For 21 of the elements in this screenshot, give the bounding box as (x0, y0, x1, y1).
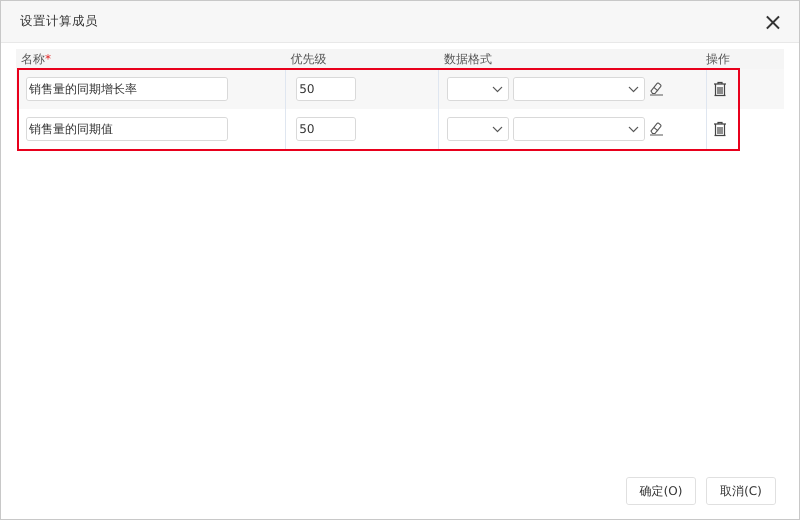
required-mark: * (45, 52, 51, 66)
close-button[interactable]: × (758, 10, 787, 34)
column-header: 数据格式 (444, 52, 492, 66)
cancel-button[interactable]: 取消(C) (706, 477, 776, 505)
trash-icon[interactable] (713, 121, 728, 137)
column-header: 名称 (21, 52, 45, 66)
name-field[interactable]: 销售量的同期值 (26, 117, 228, 141)
eraser-icon[interactable] (648, 82, 664, 96)
caret-icon (628, 86, 639, 92)
priority-field[interactable]: 50 (296, 77, 356, 101)
name-field[interactable]: 销售量的同期增长率 (26, 77, 228, 101)
dialog-title: 设置计算成员 (20, 12, 98, 30)
caret-icon (492, 86, 503, 92)
column-header: 操作 (706, 52, 730, 66)
column-header: 优先级 (290, 52, 326, 66)
caret-icon (492, 126, 503, 132)
ok-button[interactable]: 确定(O) (626, 477, 696, 505)
eraser-icon[interactable] (648, 122, 664, 136)
trash-icon[interactable] (713, 81, 728, 97)
caret-icon (628, 126, 639, 132)
priority-field[interactable]: 50 (296, 117, 356, 141)
